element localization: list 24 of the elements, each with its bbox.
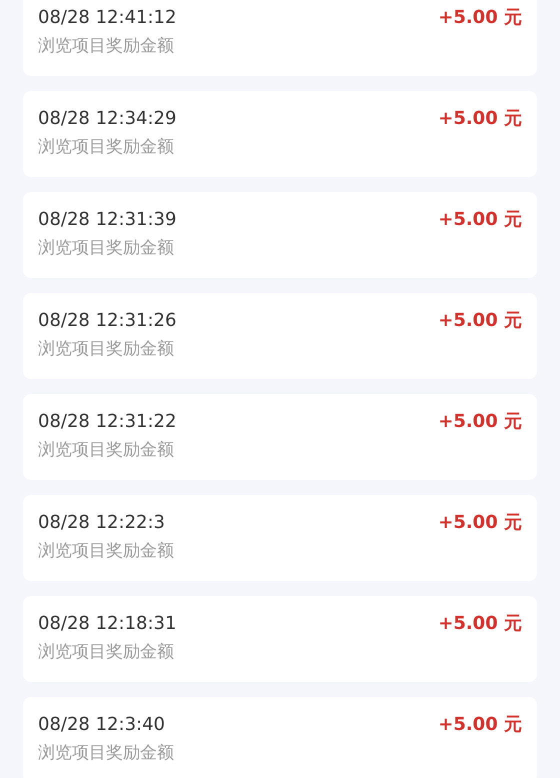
record-description: 浏览项目奖励金额 [38,238,175,258]
record-amount: +5.00 元 [438,613,522,636]
record-description: 浏览项目奖励金额 [38,642,175,662]
record-time: 08/28 12:18:31 [38,613,176,634]
record-time: 08/28 12:34:29 [38,108,176,129]
record-amount: +5.00 元 [438,108,522,131]
record-amount: +5.00 元 [438,7,522,30]
record-amount: +5.00 元 [438,209,522,232]
record-amount: +5.00 元 [438,512,522,535]
record-description: 浏览项目奖励金额 [38,137,175,157]
record-description: 浏览项目奖励金额 [38,339,175,359]
record-time: 08/28 12:41:12 [38,7,176,28]
record-amount: +5.00 元 [438,411,522,434]
record-description: 浏览项目奖励金额 [38,36,175,56]
record-amount: +5.00 元 [438,714,522,737]
record-time: 08/28 12:3:40 [38,714,166,735]
record-time: 08/28 12:22:3 [38,512,166,533]
record-time: 08/28 12:31:22 [38,411,176,432]
record-amount: +5.00 元 [438,310,522,333]
record-description: 浏览项目奖励金额 [38,743,174,763]
record-time: 08/28 12:31:39 [38,209,176,230]
record-time: 08/28 12:31:26 [38,310,176,331]
record-description: 浏览项目奖励金额 [38,541,174,561]
record-description: 浏览项目奖励金额 [38,440,175,460]
